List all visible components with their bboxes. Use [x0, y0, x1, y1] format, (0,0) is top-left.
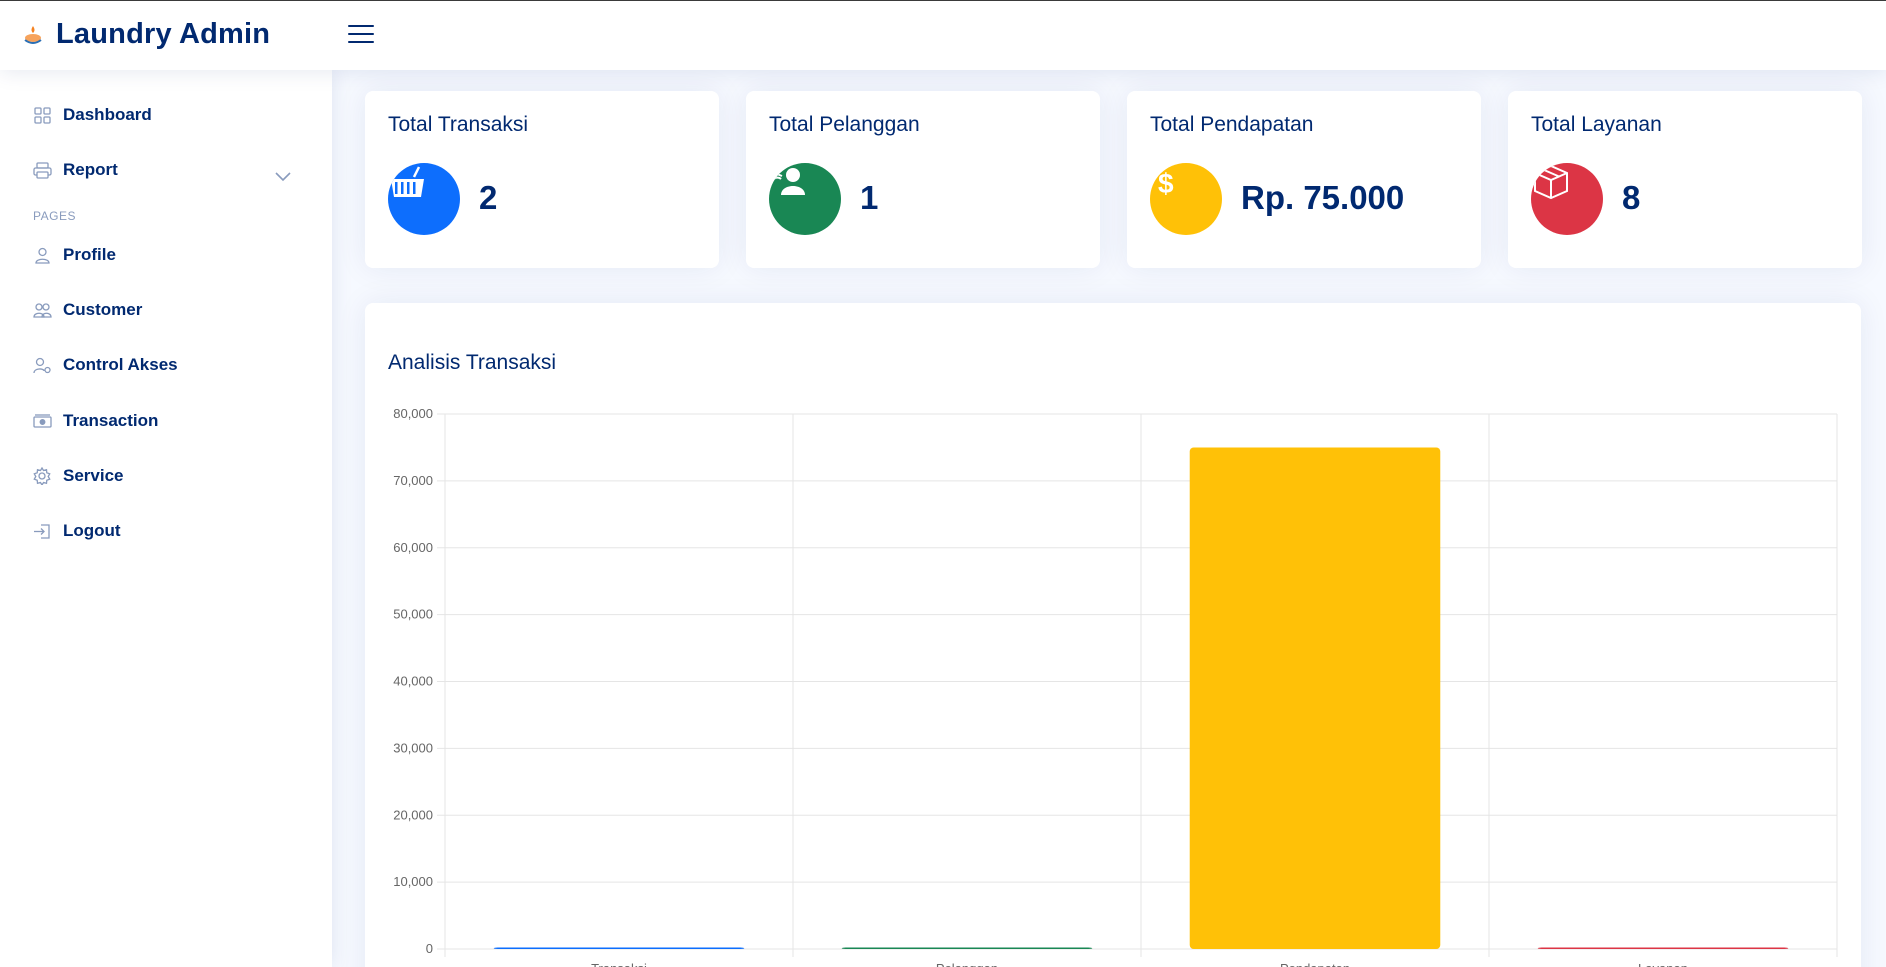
hamburger-line [348, 41, 374, 43]
sidebar-item-label: Control Akses [63, 355, 178, 374]
y-tick-label: 50,000 [393, 607, 433, 622]
card-value: 8 [1622, 179, 1641, 216]
laundry-logo-icon [24, 25, 42, 44]
y-tick-label: 80,000 [393, 406, 433, 421]
x-tick-label: Layanan [1638, 961, 1688, 967]
card-title: Total Pelanggan [769, 113, 920, 136]
dollar-icon: $ [1150, 163, 1222, 235]
card-title: Total Transaksi [388, 113, 529, 136]
chart-bar [1537, 947, 1789, 949]
printer-icon [32, 160, 52, 180]
person-gear-icon [32, 355, 52, 375]
svg-text:$: $ [1158, 168, 1174, 199]
card-value: 1 [860, 179, 879, 216]
sidebar-item-customer[interactable]: Customer [32, 300, 142, 320]
sidebar-item-dashboard[interactable]: Dashboard [32, 105, 152, 125]
top-header: Laundry Admin [0, 0, 1886, 70]
sidebar-item-profile[interactable]: Profile [32, 245, 116, 265]
sidebar-item-service[interactable]: Service [32, 466, 124, 486]
chart-card: Analisis Transaksi 0 10,000 20,000 30,000 40… [365, 303, 1861, 967]
gear-icon [32, 466, 52, 486]
y-tick-label: 60,000 [393, 540, 433, 555]
box-icon [1531, 163, 1603, 235]
sidebar-item-label: Profile [63, 245, 116, 264]
y-tick-label: 40,000 [393, 674, 433, 689]
sidebar-item-transaction[interactable]: Transaction [32, 411, 158, 431]
x-tick-label: Transaksi [591, 961, 647, 967]
sidebar-item-label: Report [63, 160, 118, 179]
basket-icon [388, 163, 460, 235]
nav-heading-pages: Pages [33, 209, 76, 223]
sidebar-item-label: Transaction [63, 411, 159, 430]
y-tick-label: 70,000 [393, 473, 433, 488]
x-tick-label: Pelanggan [936, 961, 998, 967]
person-icon [32, 245, 52, 265]
cash-icon [32, 411, 52, 431]
sidebar-toggle-button[interactable] [348, 23, 374, 45]
card-total-pelanggan: Total Pelanggan 1 [746, 91, 1100, 268]
card-total-pendapatan: Total Pendapatan $ Rp. 75.000 [1127, 91, 1481, 268]
chart-bar [493, 947, 745, 949]
sidebar-item-label: Service [63, 466, 124, 485]
y-tick-label: 20,000 [393, 807, 433, 822]
hamburger-line [348, 33, 374, 35]
sidebar-item-report[interactable]: Report [32, 160, 118, 180]
sidebar-item-label: Customer [63, 300, 143, 319]
card-value: Rp. 75.000 [1241, 179, 1405, 216]
sidebar: Dashboard Report Pages Profile Custo [0, 70, 332, 967]
chart-bar [1189, 447, 1441, 949]
person-icon [769, 163, 841, 235]
y-tick-label: 10,000 [393, 874, 433, 889]
people-icon [32, 300, 52, 320]
chart-bar [841, 947, 1093, 949]
app-title: Laundry Admin [56, 18, 271, 50]
app-logo[interactable]: Laundry Admin [22, 18, 270, 51]
card-title: Total Pendapatan [1150, 113, 1314, 136]
card-title: Total Layanan [1531, 113, 1662, 136]
chevron-down-icon[interactable] [273, 166, 293, 186]
bar-chart: 0 10,000 20,000 30,000 40,000 50,000 60,000 70,… [393, 406, 1838, 967]
card-value: 2 [479, 179, 498, 216]
grid-icon [32, 105, 52, 125]
y-tick-label: 30,000 [393, 740, 433, 755]
card-total-transaksi: Total Transaksi 2 [365, 91, 719, 268]
y-tick-label: 0 [426, 941, 433, 956]
card-total-layanan: Total Layanan 8 [1508, 91, 1862, 268]
sidebar-item-label: Dashboard [63, 105, 152, 124]
sidebar-item-control-akses[interactable]: Control Akses [32, 355, 178, 375]
sidebar-item-label: Logout [63, 521, 121, 540]
x-tick-label: Pendapatan [1280, 961, 1350, 967]
sidebar-item-logout[interactable]: Logout [32, 521, 121, 541]
hamburger-line [348, 25, 374, 27]
box-arrow-in-right-icon [32, 521, 52, 541]
